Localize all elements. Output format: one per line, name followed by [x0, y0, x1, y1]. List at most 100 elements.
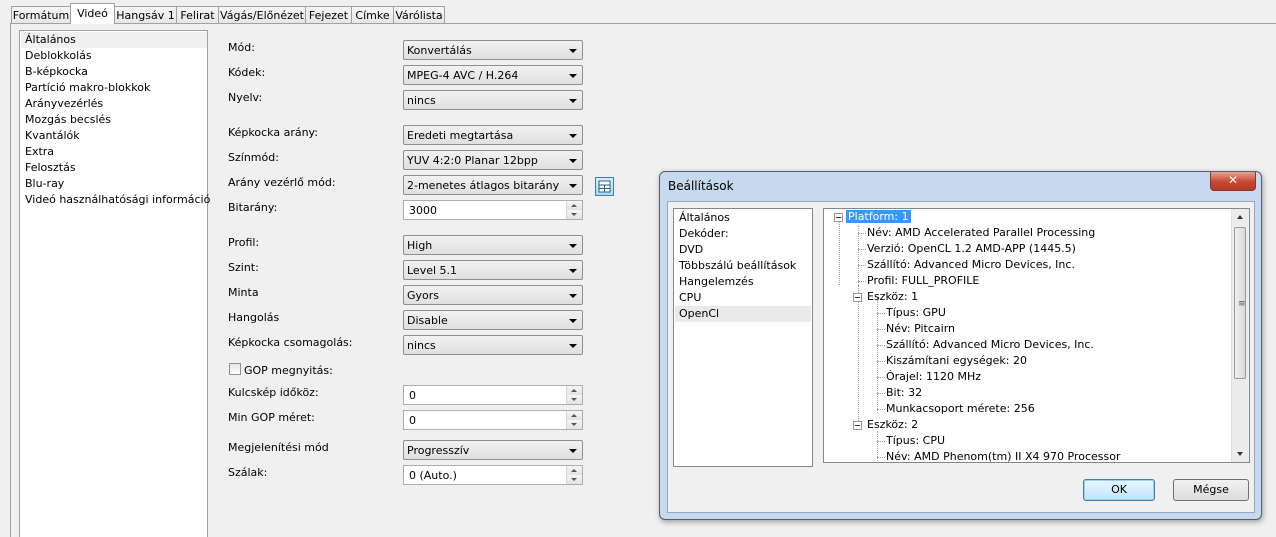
settings-item-decoder[interactable]: Dekóder:	[679, 226, 729, 242]
spin-down-button[interactable]	[567, 210, 582, 219]
tree-node-device-2[interactable]: Eszköz: 2	[867, 417, 918, 433]
category-list[interactable]: Általános Deblokkolás B-képkocka Partíci…	[19, 30, 210, 537]
category-item-vui[interactable]: Videó használhatósági információ	[25, 192, 210, 208]
category-item-ratecontrol[interactable]: Arányvezérlés	[25, 96, 103, 112]
preset-value: Gyors	[407, 289, 440, 302]
rate-control-value: 2-menetes átlagos bitarány	[407, 179, 560, 192]
frame-packing-label: Képkocka csomagolás:	[228, 336, 353, 349]
threads-spinner[interactable]: 0 (Auto.)	[403, 465, 583, 485]
mode-value: Konvertálás	[407, 44, 472, 57]
tree-node-platform-name[interactable]: Név: AMD Accelerated Parallel Processing	[867, 225, 1095, 241]
tab-chapter[interactable]: Fejezet	[305, 6, 352, 23]
tab-format[interactable]: Formátum	[11, 6, 71, 23]
gop-open-label: GOP megnyitás:	[244, 364, 333, 377]
color-mode-select[interactable]: YUV 4:2:0 Planar 12bpp	[403, 150, 583, 170]
aspect-ratio-label: Képkocka arány:	[228, 126, 318, 139]
mode-label: Mód:	[228, 41, 255, 54]
settings-category-list[interactable]: Általános Dekóder: DVD Többszálú beállít…	[673, 208, 813, 467]
settings-item-general[interactable]: Általános	[679, 210, 730, 226]
spin-down-button[interactable]	[567, 395, 582, 404]
chevron-down-icon	[569, 49, 577, 53]
tree-node-device-1-bits[interactable]: Bit: 32	[886, 385, 922, 401]
category-item-slicing[interactable]: Felosztás	[25, 160, 76, 176]
codec-select[interactable]: MPEG-4 AVC / H.264	[403, 65, 583, 85]
settings-item-opencl[interactable]: OpenCl	[679, 306, 719, 322]
level-select[interactable]: Level 5.1	[403, 260, 583, 280]
display-mode-select[interactable]: Progresszív	[403, 440, 583, 460]
scroll-up-icon[interactable]	[1237, 215, 1243, 219]
tab-subtitle[interactable]: Felirat	[176, 6, 219, 23]
cancel-button[interactable]: Mégse	[1173, 479, 1249, 501]
profile-select[interactable]: High	[403, 235, 583, 255]
threads-label: Szálak:	[228, 466, 268, 479]
settings-dialog: Beállítások ✕ Általános Dekóder: DVD Töb…	[659, 171, 1262, 520]
chevron-down-icon	[569, 449, 577, 453]
rate-control-settings-button[interactable]	[595, 177, 614, 196]
chevron-down-icon	[569, 134, 577, 138]
chevron-down-icon	[569, 294, 577, 298]
scrollbar-thumb[interactable]: ≡	[1234, 227, 1246, 379]
collapse-icon[interactable]	[834, 213, 843, 222]
tree-connector	[877, 297, 878, 413]
rate-control-select[interactable]: 2-menetes átlagos bitarány	[403, 175, 583, 195]
tab-video[interactable]: Videó	[70, 3, 115, 24]
gop-open-checkbox[interactable]	[229, 363, 241, 375]
opencl-info-tree[interactable]: Platform: 1 Név: AMD Accelerated Paralle…	[823, 208, 1250, 463]
tree-node-device-1-vendor[interactable]: Szállító: Advanced Micro Devices, Inc.	[886, 337, 1094, 353]
collapse-icon[interactable]	[853, 421, 862, 430]
tree-node-platform-vendor[interactable]: Szállító: Advanced Micro Devices, Inc.	[867, 257, 1075, 273]
tree-connector	[839, 221, 840, 285]
tree-scrollbar[interactable]: ≡	[1231, 209, 1249, 462]
min-gop-label: Min GOP méret:	[228, 411, 315, 424]
category-item-partitions[interactable]: Partíció makro-blokkok	[25, 80, 150, 96]
category-item-deblocking[interactable]: Deblokkolás	[25, 48, 92, 64]
language-select[interactable]: nincs	[403, 90, 583, 110]
tree-node-platform[interactable]: Platform: 1	[846, 209, 911, 225]
tree-node-device-2-type[interactable]: Típus: CPU	[886, 433, 945, 449]
tab-queue[interactable]: Várólista	[393, 6, 445, 23]
settings-item-audio-analysis[interactable]: Hangelemzés	[679, 274, 754, 290]
category-item-quantizers[interactable]: Kvantálók	[25, 128, 80, 144]
tree-node-platform-profile[interactable]: Profil: FULL_PROFILE	[867, 273, 979, 289]
tree-node-device-1-type[interactable]: Típus: GPU	[886, 305, 946, 321]
category-item-bluray[interactable]: Blu-ray	[25, 176, 64, 192]
category-item-extra[interactable]: Extra	[25, 144, 54, 160]
spin-down-button[interactable]	[567, 420, 582, 429]
collapse-icon[interactable]	[853, 293, 862, 302]
frame-packing-select[interactable]: nincs	[403, 335, 583, 355]
tree-node-device-2-name[interactable]: Név: AMD Phenom(tm) II X4 970 Processor	[886, 449, 1120, 462]
tree-node-device-1-workgroup[interactable]: Munkacsoport mérete: 256	[886, 401, 1035, 417]
mode-select[interactable]: Konvertálás	[403, 40, 583, 60]
tree-node-platform-version[interactable]: Verzió: OpenCL 1.2 AMD-APP (1445.5)	[867, 241, 1076, 257]
tree-node-device-1-clock[interactable]: Órajel: 1120 MHz	[886, 369, 981, 385]
color-mode-value: YUV 4:2:0 Planar 12bpp	[407, 154, 538, 167]
close-button[interactable]: ✕	[1210, 172, 1256, 191]
tree-node-device-1-units[interactable]: Kiszámítani egységek: 20	[886, 353, 1027, 369]
settings-item-cpu[interactable]: CPU	[679, 290, 701, 306]
aspect-ratio-select[interactable]: Eredeti megtartása	[403, 125, 583, 145]
category-item-general[interactable]: Általános	[25, 32, 76, 48]
tab-tag[interactable]: Címke	[351, 6, 394, 23]
chevron-down-icon	[569, 184, 577, 188]
ok-button[interactable]: OK	[1083, 479, 1155, 501]
bitrate-spinner[interactable]: 3000	[403, 200, 583, 220]
min-gop-value: 0	[409, 414, 416, 427]
bitrate-value: 3000	[409, 204, 437, 217]
tree-node-device-1-name[interactable]: Név: Pitcairn	[886, 321, 955, 337]
tree-node-device-1[interactable]: Eszköz: 1	[867, 289, 918, 305]
tune-select[interactable]: Disable	[403, 310, 583, 330]
scroll-down-icon[interactable]	[1237, 452, 1243, 456]
category-item-motion-estimation[interactable]: Mozgás becslés	[25, 112, 111, 128]
aspect-ratio-value: Eredeti megtartása	[407, 129, 514, 142]
min-gop-spinner[interactable]: 0	[403, 410, 583, 430]
settings-item-dvd[interactable]: DVD	[679, 242, 703, 258]
tune-label: Hangolás	[228, 311, 280, 324]
chevron-down-icon	[569, 244, 577, 248]
category-item-b-frames[interactable]: B-képkocka	[25, 64, 88, 80]
tab-cut-preview[interactable]: Vágás/Előnézet	[218, 6, 306, 23]
keyframe-interval-spinner[interactable]: 0	[403, 385, 583, 405]
spin-down-button[interactable]	[567, 475, 582, 484]
tab-audio-1[interactable]: Hangsáv 1	[114, 6, 177, 23]
preset-select[interactable]: Gyors	[403, 285, 583, 305]
settings-item-multithread[interactable]: Többszálú beállítások	[679, 258, 796, 274]
